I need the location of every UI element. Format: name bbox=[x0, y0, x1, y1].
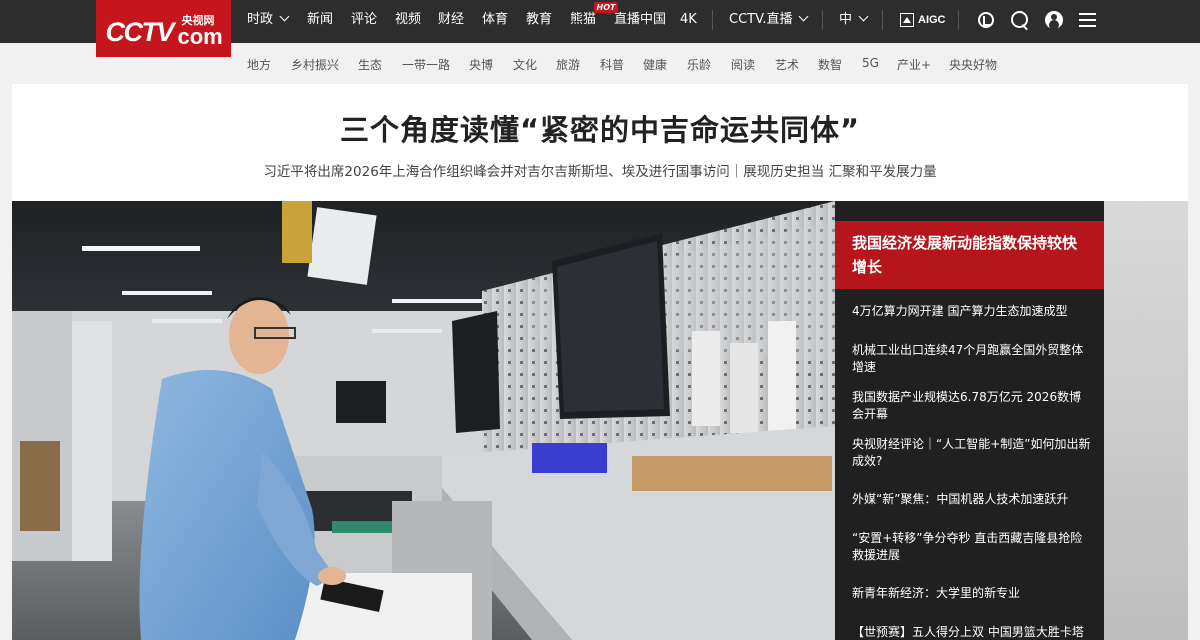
nav-label: CCTV.直播 bbox=[729, 12, 793, 27]
language-label: 中 bbox=[839, 12, 853, 27]
nav-divider bbox=[958, 10, 959, 30]
subnav-item[interactable]: 旅游 bbox=[556, 56, 580, 73]
next-slide-preview[interactable] bbox=[1104, 201, 1188, 640]
chevron-down-icon bbox=[858, 11, 869, 22]
user-icon[interactable] bbox=[1044, 10, 1064, 30]
news-item[interactable]: “安置+转移”争分夺秒 直击西藏吉隆县抢险救援进展 bbox=[852, 530, 1092, 564]
news-item[interactable]: 我国数据产业规模达6.78万亿元 2026数博会开幕 bbox=[852, 389, 1092, 423]
cctv-logo[interactable]: CCTV 央视网 com bbox=[96, 0, 231, 57]
nav-item-politics[interactable]: 时政 bbox=[247, 11, 290, 28]
language-selector[interactable]: 中 bbox=[839, 11, 869, 28]
top-headline[interactable]: 三个角度读懂“紧密的中吉命运共同体” bbox=[12, 107, 1188, 149]
nav-item-commentary[interactable]: 评论 bbox=[351, 12, 377, 28]
menu-line bbox=[1079, 13, 1096, 15]
subnav-item[interactable]: 健康 bbox=[643, 56, 667, 73]
hero-slideshow[interactable]: 我国经济发展新动能指数保持较快增长 4万亿算力网开建 国产算力生态加速成型 机械… bbox=[12, 201, 1188, 640]
aigc-label: AIGC bbox=[918, 14, 946, 26]
nav-item-finance[interactable]: 财经 bbox=[438, 12, 464, 28]
menu-line bbox=[1079, 25, 1096, 27]
nav-item-4k[interactable]: 4K bbox=[680, 12, 697, 28]
news-panel: 我国经济发展新动能指数保持较快增长 4万亿算力网开建 国产算力生态加速成型 机械… bbox=[835, 201, 1104, 640]
chevron-down-icon bbox=[279, 11, 290, 22]
chevron-down-icon bbox=[799, 11, 809, 22]
news-item[interactable]: 【世预赛】五人得分上双 中国男篮大胜卡塔尔 bbox=[852, 624, 1092, 640]
headline-subtitle[interactable]: 习近平将出席2026年上海合作组织峰会并对吉尔吉斯斯坦、埃及进行国事访问｜展现历… bbox=[12, 160, 1188, 180]
nav-label: 时政 bbox=[247, 12, 274, 27]
nav-item-live-china[interactable]: 直播中国 bbox=[614, 12, 666, 28]
subnav-item[interactable]: 文化 bbox=[513, 56, 537, 73]
nav-item-video[interactable]: 视频 bbox=[395, 12, 421, 28]
subnav-item[interactable]: 数智 bbox=[818, 56, 842, 73]
top-navigation-bar: CCTV 央视网 com 时政 新闻 评论 视频 财经 体育 教育 熊猫 HOT… bbox=[0, 0, 1200, 57]
news-item[interactable]: 新青年新经济：大学里的新专业 bbox=[852, 585, 1092, 602]
subnav-item[interactable]: 地方 bbox=[247, 56, 271, 73]
subnav-item[interactable]: 一带一路 bbox=[402, 56, 450, 73]
subnav-item[interactable]: 科普 bbox=[600, 56, 624, 73]
nav-item-sports[interactable]: 体育 bbox=[482, 12, 508, 28]
subnav-item[interactable]: 乡村振兴 bbox=[291, 56, 339, 73]
news-item[interactable]: 4万亿算力网开建 国产算力生态加速成型 bbox=[852, 303, 1092, 320]
nav-divider bbox=[882, 10, 883, 30]
logo-text: CCTV bbox=[105, 16, 175, 47]
nav-item-news[interactable]: 新闻 bbox=[307, 12, 333, 28]
nav-item-cctv-live[interactable]: CCTV.直播 bbox=[729, 11, 809, 28]
menu-line bbox=[1079, 19, 1096, 21]
logo-mark: CCTV 央视网 com bbox=[105, 9, 223, 49]
nav-divider bbox=[822, 10, 823, 30]
subnav-item[interactable]: 产业+ bbox=[897, 56, 931, 73]
subnav-item[interactable]: 5G bbox=[862, 56, 879, 70]
news-item[interactable]: 央视财经评论｜“人工智能+制造”如何加出新成效? bbox=[852, 436, 1092, 470]
logo-domain: com bbox=[177, 23, 223, 49]
subnav-item[interactable]: 央博 bbox=[469, 56, 493, 73]
headline-card: 三个角度读懂“紧密的中吉命运共同体” 习近平将出席2026年上海合作组织峰会并对… bbox=[12, 84, 1188, 201]
subnav-item[interactable]: 艺术 bbox=[775, 56, 799, 73]
nav-item-education[interactable]: 教育 bbox=[526, 12, 552, 28]
news-item[interactable]: 外媒“新”聚焦：中国机器人技术加速跃升 bbox=[852, 491, 1092, 508]
nav-divider bbox=[712, 10, 713, 30]
accessibility-icon[interactable] bbox=[975, 10, 995, 30]
nav-item-panda[interactable]: 熊猫 bbox=[570, 12, 596, 28]
menu-icon[interactable] bbox=[1078, 10, 1098, 30]
search-icon[interactable] bbox=[1010, 10, 1030, 30]
subnav-item[interactable]: 乐龄 bbox=[687, 56, 711, 73]
featured-news[interactable]: 我国经济发展新动能指数保持较快增长 bbox=[835, 221, 1104, 289]
subnav-item[interactable]: 阅读 bbox=[731, 56, 755, 73]
subnav-item[interactable]: 央央好物 bbox=[949, 56, 997, 73]
news-item[interactable]: 机械工业出口连续47个月跑赢全国外贸整体增速 bbox=[852, 342, 1092, 376]
aigc-icon bbox=[900, 13, 914, 27]
aigc-link[interactable]: AIGC bbox=[900, 11, 946, 29]
subnav-item[interactable]: 生态 bbox=[358, 56, 382, 73]
